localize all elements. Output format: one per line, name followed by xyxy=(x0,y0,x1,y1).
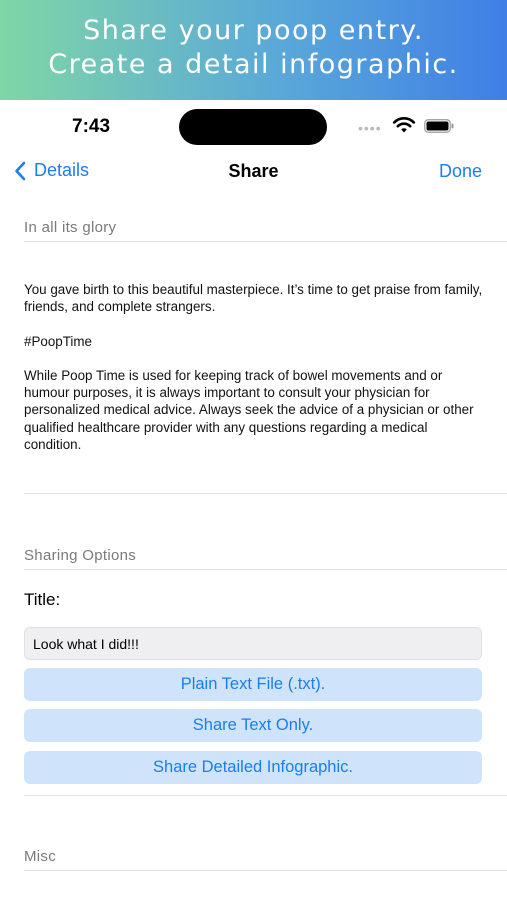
message-hashtag: #PoopTime xyxy=(24,333,92,349)
section-header-glory: In all its glory xyxy=(24,219,117,236)
dynamic-island xyxy=(179,109,327,145)
divider xyxy=(24,795,507,796)
divider xyxy=(24,241,507,242)
signal-dots-icon: •••• xyxy=(358,120,382,136)
message-intro: You gave birth to this beautiful masterp… xyxy=(24,282,483,315)
wifi-icon xyxy=(392,117,416,133)
banner-line-2: Create a detail infographic. xyxy=(48,49,459,80)
share-infographic-button[interactable]: Share Detailed Infographic. xyxy=(24,751,482,784)
navigation-bar: Details Share Done xyxy=(0,152,507,192)
done-button[interactable]: Done xyxy=(439,161,482,182)
battery-icon xyxy=(424,119,454,133)
title-input[interactable] xyxy=(24,627,482,660)
share-text-only-button[interactable]: Share Text Only. xyxy=(24,709,482,742)
status-bar: 7:43 •••• xyxy=(0,100,507,152)
message-disclaimer: While Poop Time is used for keeping trac… xyxy=(24,367,474,452)
divider xyxy=(24,569,507,570)
section-header-sharing: Sharing Options xyxy=(24,547,137,564)
divider xyxy=(24,870,507,871)
plain-text-file-button[interactable]: Plain Text File (.txt). xyxy=(24,668,482,701)
banner-line-1: Share your poop entry. xyxy=(83,15,424,46)
section-header-misc: Misc xyxy=(24,848,57,865)
promo-banner: Share your poop entry. Create a detail i… xyxy=(0,0,507,100)
share-message: You gave birth to this beautiful masterp… xyxy=(24,281,486,453)
divider xyxy=(24,493,507,494)
page-title: Share xyxy=(228,161,279,181)
title-label: Title: xyxy=(24,590,61,609)
status-time: 7:43 xyxy=(72,116,111,137)
